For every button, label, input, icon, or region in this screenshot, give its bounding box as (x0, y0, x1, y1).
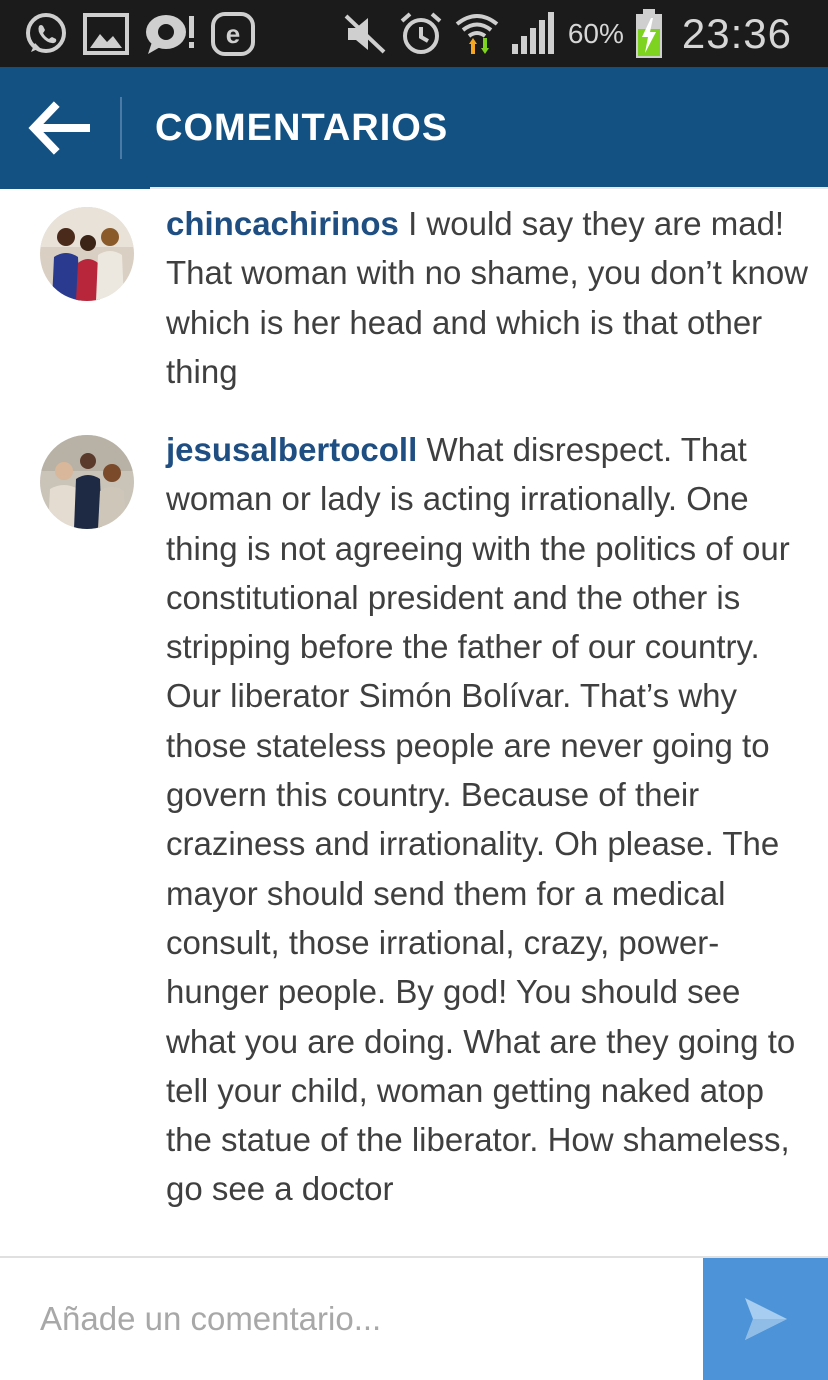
comment-input[interactable] (0, 1258, 700, 1380)
e-app-icon: e (211, 12, 255, 56)
comment-item: jesusalbertocoll What disrespect. That w… (0, 409, 828, 1214)
gallery-icon (83, 13, 129, 55)
signal-icon (511, 12, 554, 54)
app-bar: COMENTARIOS (0, 67, 828, 189)
comment-item: chincachirinos I would say they are mad!… (0, 195, 828, 409)
status-bar: e 60% 23:36 (0, 0, 828, 67)
battery-percent: 60% (567, 18, 624, 49)
avatar-photo (40, 435, 134, 529)
clock: 23:36 (681, 10, 792, 57)
notification-icons: e (22, 10, 256, 58)
alarm-icon (400, 12, 442, 54)
mute-icon (344, 14, 386, 54)
svg-text:e: e (226, 19, 240, 49)
back-button[interactable] (22, 97, 100, 159)
avatar[interactable] (40, 435, 134, 529)
comment-body: chincachirinos I would say they are mad!… (166, 195, 818, 396)
system-icons: 60% 23:36 (342, 6, 792, 62)
arrow-left-icon (28, 101, 90, 155)
wifi-icon (455, 14, 499, 54)
app-bar-divider (120, 97, 122, 159)
comment-body: jesusalbertocoll What disrespect. That w… (166, 409, 818, 1214)
avatar-photo (40, 207, 134, 301)
comment-username[interactable]: chincachirinos (166, 205, 399, 242)
comments-list: chincachirinos I would say they are mad!… (0, 195, 828, 1214)
send-icon (745, 1298, 787, 1340)
header-underline (150, 187, 828, 189)
page-title: COMENTARIOS (155, 107, 449, 149)
chat-icon (146, 15, 194, 54)
comment-composer (0, 1256, 828, 1380)
avatar[interactable] (40, 207, 134, 301)
battery-charging-icon (635, 9, 662, 58)
comment-username[interactable]: jesusalbertocoll (166, 431, 417, 468)
send-button[interactable] (703, 1258, 828, 1380)
comment-text: What disrespect. That woman or lady is a… (166, 431, 796, 1208)
whatsapp-icon (26, 13, 66, 53)
